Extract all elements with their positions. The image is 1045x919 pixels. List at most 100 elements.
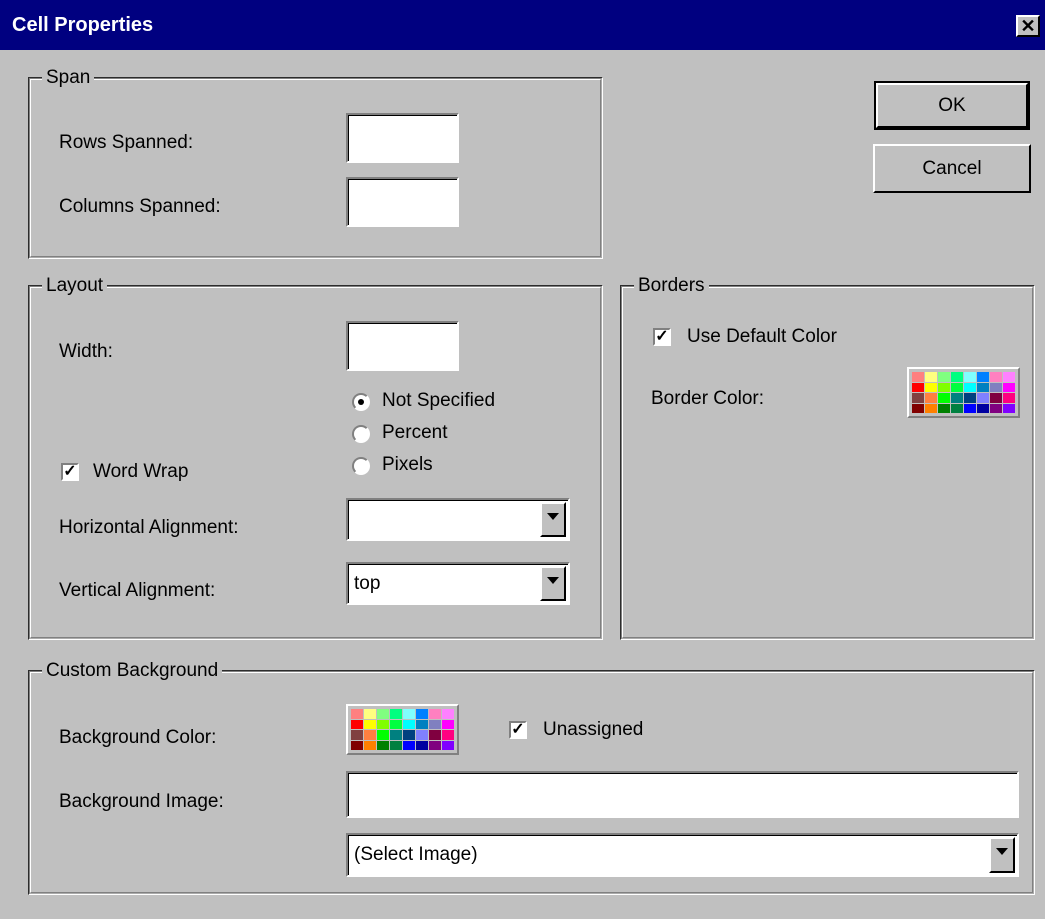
vertical-alignment-value: top — [354, 573, 381, 594]
close-icon: ✕ — [1020, 16, 1036, 36]
radio-not-specified[interactable] — [352, 393, 370, 411]
palette-swatch — [951, 393, 963, 403]
palette-swatch — [977, 372, 989, 382]
title-bar: Cell Properties ✕ — [0, 0, 1045, 50]
horizontal-alignment-label: Horizontal Alignment: — [59, 517, 239, 538]
background-color-label: Background Color: — [59, 727, 217, 748]
ok-button[interactable]: OK — [874, 81, 1030, 130]
radio-pixels-label: Pixels — [382, 454, 433, 475]
palette-swatch — [364, 730, 376, 740]
select-image-dropdown[interactable]: (Select Image) — [346, 833, 1019, 877]
cancel-label: Cancel — [922, 158, 982, 179]
palette-swatch — [990, 393, 1002, 403]
layout-legend: Layout — [42, 275, 108, 297]
palette-swatch — [403, 740, 415, 750]
use-default-color-checkbox[interactable]: ✓ — [653, 328, 671, 346]
palette-swatch — [977, 382, 989, 392]
select-image-value: (Select Image) — [354, 844, 478, 865]
columns-spanned-input[interactable] — [346, 177, 459, 227]
palette-swatch — [912, 403, 924, 413]
palette-swatch — [964, 393, 976, 403]
vertical-alignment-dropdown-button[interactable] — [540, 566, 566, 601]
palette-swatch — [442, 730, 454, 740]
chevron-down-icon — [547, 513, 559, 520]
palette-swatch — [925, 372, 937, 382]
palette-swatch — [990, 372, 1002, 382]
palette-swatch — [416, 730, 428, 740]
custom-background-legend: Custom Background — [42, 660, 223, 682]
palette-swatch — [403, 730, 415, 740]
palette-swatch — [390, 719, 402, 729]
palette-swatch — [925, 403, 937, 413]
palette-swatch — [938, 382, 950, 392]
use-default-color-label: Use Default Color — [687, 326, 837, 347]
palette-swatch — [951, 403, 963, 413]
palette-swatch — [390, 730, 402, 740]
border-color-label: Border Color: — [651, 388, 764, 409]
palette-swatch — [429, 730, 441, 740]
palette-swatch — [390, 709, 402, 719]
palette-swatch — [429, 740, 441, 750]
rows-spanned-label: Rows Spanned: — [59, 132, 194, 153]
palette-swatch — [442, 709, 454, 719]
cancel-button[interactable]: Cancel — [873, 144, 1031, 193]
width-input[interactable] — [346, 321, 459, 371]
span-group: Span — [28, 67, 603, 259]
horizontal-alignment-dropdown-button[interactable] — [540, 502, 566, 537]
palette-swatch — [925, 382, 937, 392]
palette-swatch — [377, 709, 389, 719]
unassigned-checkbox[interactable]: ✓ — [509, 721, 527, 739]
width-label: Width: — [59, 341, 113, 362]
palette-swatch — [416, 709, 428, 719]
vertical-alignment-select[interactable]: top — [346, 562, 570, 605]
palette-swatch — [416, 740, 428, 750]
radio-percent-label: Percent — [382, 422, 448, 443]
window-title: Cell Properties — [12, 14, 154, 36]
borders-legend: Borders — [634, 275, 709, 297]
ok-label: OK — [938, 95, 966, 116]
chevron-down-icon — [547, 577, 559, 584]
palette-swatch — [951, 382, 963, 392]
palette-swatch — [351, 730, 363, 740]
check-icon: ✓ — [655, 328, 669, 345]
palette-swatch — [912, 372, 924, 382]
palette-swatch — [977, 403, 989, 413]
check-icon: ✓ — [511, 721, 525, 738]
horizontal-alignment-select[interactable] — [346, 498, 570, 541]
palette-swatch — [990, 382, 1002, 392]
vertical-alignment-label: Vertical Alignment: — [59, 580, 216, 601]
background-image-input[interactable] — [346, 771, 1019, 818]
palette-swatch — [964, 382, 976, 392]
palette-swatch — [416, 719, 428, 729]
palette-swatch — [1003, 393, 1015, 403]
palette-swatch — [377, 730, 389, 740]
radio-pixels[interactable] — [352, 457, 370, 475]
palette-swatch — [429, 709, 441, 719]
palette-swatch — [938, 393, 950, 403]
palette-swatch — [364, 709, 376, 719]
palette-swatch — [977, 393, 989, 403]
span-legend: Span — [42, 67, 95, 89]
check-icon: ✓ — [63, 463, 77, 480]
select-image-dropdown-button[interactable] — [989, 837, 1015, 873]
background-color-palette-button[interactable] — [346, 704, 459, 755]
palette-swatch — [951, 372, 963, 382]
border-color-palette-button[interactable] — [907, 367, 1020, 418]
palette-swatch — [351, 709, 363, 719]
palette-swatch — [442, 740, 454, 750]
close-button[interactable]: ✕ — [1016, 15, 1040, 37]
rows-spanned-input[interactable] — [346, 113, 459, 163]
palette-swatch — [403, 709, 415, 719]
palette-swatch — [990, 403, 1002, 413]
palette-swatch — [364, 740, 376, 750]
palette-swatch — [377, 719, 389, 729]
palette-swatch — [403, 719, 415, 729]
word-wrap-label: Word Wrap — [93, 461, 189, 482]
palette-swatch — [390, 740, 402, 750]
word-wrap-checkbox[interactable]: ✓ — [61, 463, 79, 481]
palette-swatch — [938, 372, 950, 382]
palette-swatch — [377, 740, 389, 750]
radio-not-specified-label: Not Specified — [382, 390, 496, 411]
palette-swatch — [442, 719, 454, 729]
radio-percent[interactable] — [352, 425, 370, 443]
